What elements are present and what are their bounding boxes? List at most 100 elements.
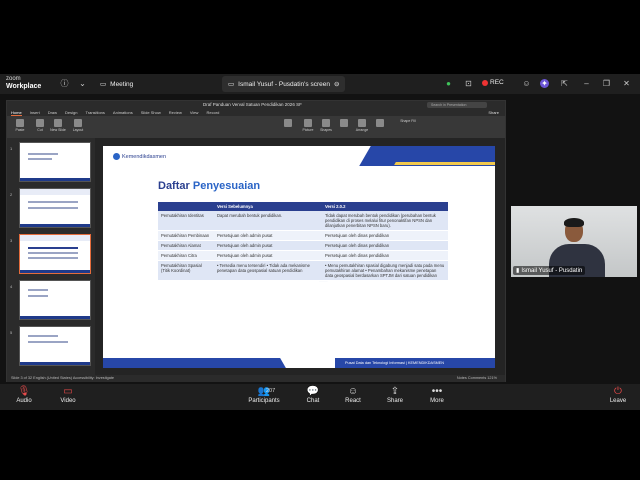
- zoom-logo: zoom Workplace: [6, 76, 41, 90]
- slide-thumbnail[interactable]: [19, 188, 91, 228]
- video-button[interactable]: ▭ Video: [48, 386, 88, 404]
- expand-icon[interactable]: ⇱: [560, 79, 569, 88]
- slide-title: Daftar Penyesuaian: [158, 180, 260, 192]
- table-cell: Pemutakhiran Spasial (Titik Koordinat): [158, 260, 214, 281]
- mic-muted-icon: 🎙: [17, 386, 31, 397]
- tab-animations[interactable]: Animations: [113, 109, 133, 116]
- thumb-number: 4: [10, 284, 13, 289]
- ppt-search-input[interactable]: Search in Presentation: [427, 102, 487, 108]
- table-cell: Persetujuan oleh admin pusat: [214, 230, 322, 241]
- meeting-label: Meeting: [110, 80, 134, 88]
- more-button[interactable]: ••• More: [417, 386, 457, 404]
- smartart-icon: [284, 119, 292, 127]
- screen-icon: ▭: [228, 81, 235, 88]
- slide-title-part2: Penyesuaian: [192, 180, 261, 192]
- ai-companion-icon[interactable]: ✦: [540, 79, 549, 88]
- smile-icon[interactable]: ☺: [522, 79, 531, 88]
- layout-button[interactable]: Layout: [67, 119, 89, 132]
- slide-canvas[interactable]: DRAFT Kemendikdasmen Daftar Penyesuaian …: [103, 146, 495, 368]
- table-cell: • Menu pemutakhiran spasial digabung men…: [322, 260, 448, 281]
- react-button[interactable]: ☺ React: [333, 386, 373, 404]
- tab-record[interactable]: Record: [206, 109, 219, 116]
- shield-icon[interactable]: ●: [444, 79, 453, 88]
- tab-design[interactable]: Design: [65, 109, 77, 116]
- convert-smartart-button[interactable]: [277, 119, 299, 128]
- share-button[interactable]: ⇪ Share: [375, 386, 415, 404]
- tab-home[interactable]: Home: [11, 109, 22, 116]
- leave-icon: ⏻: [614, 386, 622, 397]
- quick-styles-icon: [376, 119, 384, 127]
- minimize-icon[interactable]: –: [582, 79, 591, 88]
- text-box-icon: [340, 119, 348, 127]
- tab-insert[interactable]: Insert: [30, 109, 40, 116]
- participants-icon: 👥: [257, 386, 271, 397]
- smile-icon: ☺: [347, 386, 359, 397]
- slide-footer: Pusat Data dan Teknologi Informasi | KEM…: [335, 358, 495, 368]
- table-header: Versi Sebelumnya: [214, 202, 322, 211]
- share-screen-icon: ⇪: [390, 386, 400, 397]
- tab-view[interactable]: View: [190, 109, 199, 116]
- shared-screen-tab[interactable]: ▭ Ismail Yusuf - Pusdatin's screen ⊖: [222, 76, 346, 92]
- meeting-toolbar: 🎙 Audio ▭ Video 👥 207 Participants 💬 Cha…: [0, 384, 640, 410]
- tab-draw[interactable]: Draw: [48, 109, 57, 116]
- picture-icon: [304, 119, 312, 127]
- table-cell: Tidak dapat merubah bentuk pendidikan (p…: [322, 211, 448, 231]
- participants-label: Participants: [248, 398, 280, 404]
- participants-count: 207: [266, 388, 276, 394]
- chat-button[interactable]: 💬 Chat: [293, 386, 333, 404]
- cast-icon[interactable]: ⊡: [464, 79, 473, 88]
- more-options-icon[interactable]: ⊖: [334, 80, 339, 88]
- leave-label: Leave: [609, 398, 627, 404]
- quick-styles-button[interactable]: [369, 119, 391, 128]
- kemendikdasmen-logo: Kemendikdasmen: [113, 153, 166, 160]
- ppt-document-title: Draf Panduan Verval Satuan Pendidikan 20…: [203, 102, 302, 107]
- adjustment-table: Versi Sebelumnya Versi 2.0.2 Pemutakhira…: [158, 202, 448, 281]
- slide-thumbnail[interactable]: [19, 326, 91, 366]
- ppt-share-button[interactable]: Share: [488, 109, 499, 116]
- ppt-ribbon-tabs: Home Insert Draw Design Transitions Anim…: [7, 109, 505, 116]
- paste-button[interactable]: Paste: [9, 119, 31, 132]
- slide-thumbnail[interactable]: [19, 142, 91, 182]
- signal-icon: ▮: [516, 268, 520, 274]
- close-icon[interactable]: ✕: [622, 79, 631, 88]
- table-cell: • Tersedia menu tersendiri • Tidak ada m…: [214, 260, 322, 281]
- new-slide-button[interactable]: New Slide: [47, 119, 69, 132]
- shared-screen-label: Ismail Yusuf - Pusdatin's screen: [238, 80, 330, 88]
- ppt-status-bar: Slide 3 of 32 English (United States) Ac…: [7, 375, 505, 382]
- leave-button[interactable]: ⏻ Leave: [598, 386, 638, 404]
- meeting-tab[interactable]: ▭ Meeting: [100, 78, 133, 90]
- arrange-icon: [358, 119, 366, 127]
- zoom-top-bar: zoom Workplace ⓘ ⌄ ▭ Meeting ▭ Ismail Yu…: [0, 74, 640, 94]
- participant-video[interactable]: ▮ Ismail Yusuf - Pusdatin: [511, 206, 637, 277]
- slide-thumbnail[interactable]: [19, 280, 91, 320]
- shape-fill-button[interactable]: Shape Fill: [393, 119, 423, 123]
- restore-icon[interactable]: ❐: [602, 79, 611, 88]
- table-cell: Pemutakhiran Pembinaan: [158, 230, 214, 241]
- rec-label: REC: [490, 79, 504, 86]
- tab-transitions[interactable]: Transitions: [85, 109, 104, 116]
- zoom-brand-line1: zoom: [6, 76, 21, 82]
- table-cell: Pemutakhiran Alamat: [158, 240, 214, 251]
- table-cell: Persetujuan oleh dinas pendidikan: [322, 230, 448, 241]
- participant-hair: [564, 218, 584, 227]
- table-header: Versi 2.0.2: [322, 202, 448, 211]
- participants-button[interactable]: 👥 207 Participants: [244, 386, 284, 404]
- paste-icon: [16, 119, 24, 127]
- status-right[interactable]: Notes Comments 121%: [457, 375, 497, 382]
- audio-button[interactable]: 🎙 Audio: [4, 386, 44, 404]
- slide-thumbnail-selected[interactable]: [19, 234, 91, 274]
- more-icon: •••: [431, 386, 443, 397]
- table-header: [158, 202, 214, 211]
- chevron-down-icon[interactable]: ⌄: [78, 79, 87, 88]
- recording-indicator[interactable]: REC: [482, 79, 504, 86]
- decor-stripe: [394, 162, 495, 165]
- tab-review[interactable]: Review: [169, 109, 182, 116]
- decor-band: [103, 358, 286, 368]
- table-cell: Pemutakhiran Identitas: [158, 211, 214, 231]
- share-label: Share: [386, 398, 403, 404]
- table-header-row: Versi Sebelumnya Versi 2.0.2: [158, 202, 448, 211]
- slide-title-part1: Daftar: [158, 180, 190, 192]
- chat-icon: 💬: [306, 386, 320, 397]
- info-icon[interactable]: ⓘ: [60, 79, 69, 88]
- tab-slide-show[interactable]: Slide Show: [141, 109, 161, 116]
